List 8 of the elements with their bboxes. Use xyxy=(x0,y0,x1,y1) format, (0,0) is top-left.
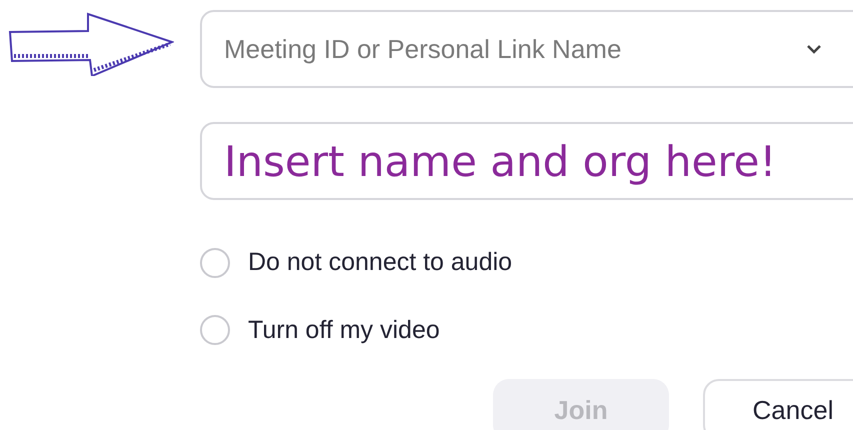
meeting-id-field[interactable]: Meeting ID or Personal Link Name xyxy=(200,10,853,88)
name-field[interactable]: Insert name and org here! xyxy=(200,122,853,200)
chevron-down-icon[interactable] xyxy=(806,44,822,54)
option-label: Do not connect to audio xyxy=(248,247,512,278)
option-label: Turn off my video xyxy=(248,314,440,346)
checkbox[interactable] xyxy=(200,248,230,278)
checkbox[interactable] xyxy=(200,315,230,346)
cancel-button[interactable]: Cancel xyxy=(703,379,853,430)
